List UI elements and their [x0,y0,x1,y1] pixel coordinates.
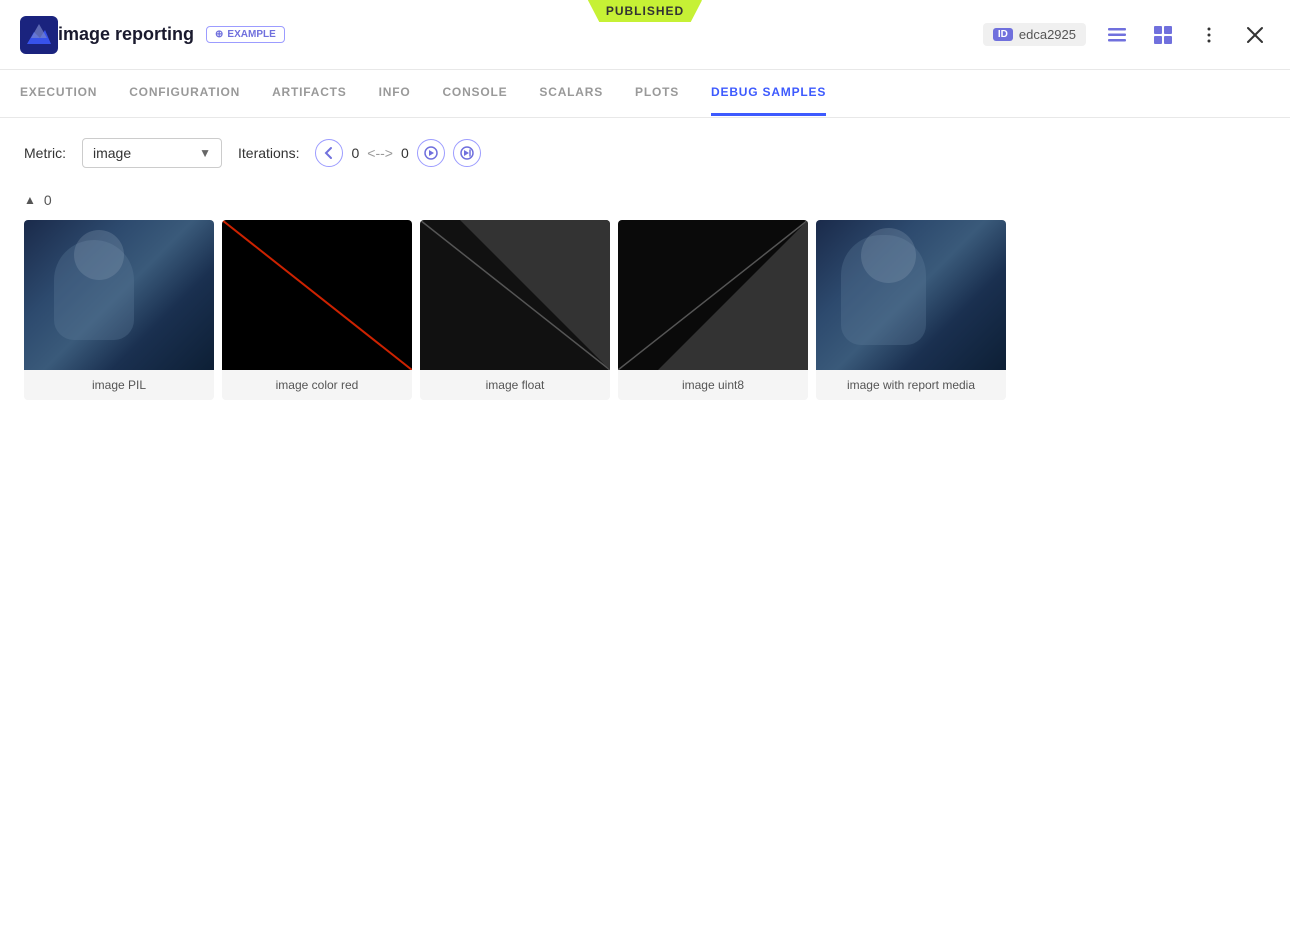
metric-label: Metric: [24,145,66,161]
list-view-button[interactable] [1102,20,1132,50]
id-label: ID [993,28,1013,41]
tab-info[interactable]: INFO [379,71,411,116]
uint8-svg [618,220,808,370]
image-caption-pil: image PIL [24,370,214,400]
tab-console[interactable]: CONSOLE [442,71,507,116]
app-logo [20,16,58,54]
iter-separator: <--> [367,145,393,161]
metric-select[interactable]: image ▼ [82,138,222,168]
image-card-uint8[interactable]: image uint8 [618,220,808,400]
iteration-group: ▲ 0 image PIL i [24,192,1266,400]
image-view-button[interactable] [1148,20,1178,50]
tab-configuration[interactable]: CONFIGURATION [129,71,240,116]
iteration-controls: 0 <--> 0 [315,139,480,167]
menu-button[interactable] [1194,20,1224,50]
list-icon [1106,24,1128,46]
image-caption-float: image float [420,370,610,400]
iterations-label: Iterations: [238,145,299,161]
close-icon [1244,24,1266,46]
image-icon [1152,24,1174,46]
image-card-report-media[interactable]: image with report media [816,220,1006,400]
tab-execution[interactable]: EXECUTION [20,71,97,116]
tab-debug-samples[interactable]: DEBUG SAMPLES [711,71,826,116]
image-card-color-red[interactable]: image color red [222,220,412,400]
tab-scalars[interactable]: SCALARS [539,71,603,116]
image-grid: image PIL image color red [24,220,1266,400]
nav-tabs: EXECUTION CONFIGURATION ARTIFACTS INFO C… [0,70,1290,118]
float-svg [420,220,610,370]
image-thumbnail-uint8 [618,220,808,370]
tab-artifacts[interactable]: ARTIFACTS [272,71,347,116]
main-content: Metric: image ▼ Iterations: 0 <--> 0 [0,118,1290,436]
image-card-pil[interactable]: image PIL [24,220,214,400]
iter-to-value: 0 [401,145,409,161]
image-caption-uint8: image uint8 [618,370,808,400]
published-label: PUBLISHED [606,4,684,18]
header-right: ID edca2925 [983,20,1270,50]
tab-plots[interactable]: PLOTS [635,71,679,116]
app-title: image reporting [58,24,194,45]
chevron-down-icon: ▼ [199,146,211,160]
image-card-float[interactable]: image float [420,220,610,400]
menu-icon [1198,24,1220,46]
metric-select-value: image [93,145,191,161]
iter-play-button[interactable] [417,139,445,167]
iter-group-value: 0 [44,192,52,208]
iter-skip-button[interactable] [453,139,481,167]
id-value: edca2925 [1019,27,1076,42]
iter-group-header[interactable]: ▲ 0 [24,192,1266,208]
skip-end-icon [460,146,474,160]
close-button[interactable] [1240,20,1270,50]
image-caption-report-media: image with report media [816,370,1006,400]
published-banner: PUBLISHED [588,0,702,22]
chevron-up-icon: ▲ [24,193,36,207]
iter-prev-button[interactable] [315,139,343,167]
example-badge: EXAMPLE [206,26,285,43]
image-caption-color-red: image color red [222,370,412,400]
iter-from-value: 0 [351,145,359,161]
id-badge: ID edca2925 [983,23,1086,46]
play-icon [424,146,438,160]
controls-row: Metric: image ▼ Iterations: 0 <--> 0 [24,138,1266,168]
chevron-left-icon [322,146,336,160]
image-thumbnail-color-red [222,220,412,370]
image-thumbnail-pil [24,220,214,370]
color-red-svg [222,220,412,370]
image-thumbnail-float [420,220,610,370]
image-thumbnail-report-media [816,220,1006,370]
